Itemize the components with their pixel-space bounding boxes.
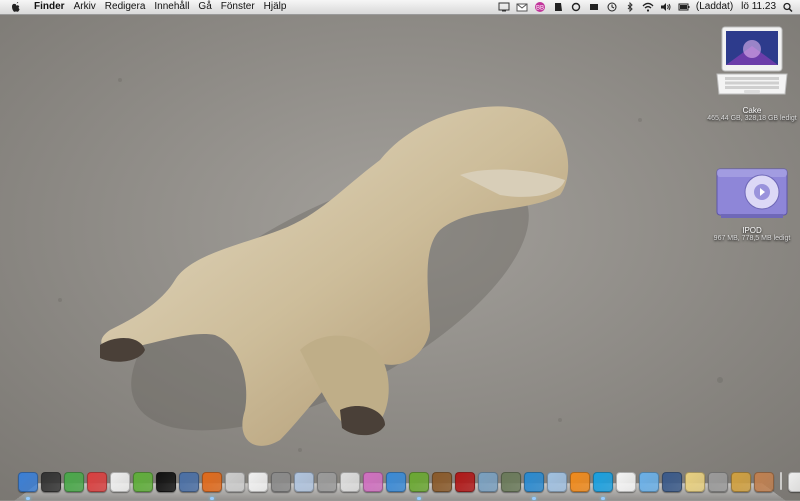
menu-extras: BB (Laddat) lö 11.23 <box>498 1 794 13</box>
bluetooth-icon[interactable] <box>624 2 636 12</box>
vlc-icon[interactable] <box>570 472 590 492</box>
stickies-icon[interactable] <box>685 472 705 492</box>
skype-icon[interactable] <box>593 472 613 500</box>
documents-icon[interactable] <box>788 472 800 492</box>
ical-icon[interactable] <box>616 472 636 492</box>
photos-icon[interactable] <box>754 472 774 492</box>
app-a-icon[interactable] <box>156 472 176 492</box>
flickr-icon[interactable] <box>248 472 268 492</box>
calculator-icon[interactable] <box>317 472 337 492</box>
tv-icon[interactable] <box>501 472 521 492</box>
dock-separator <box>780 472 782 490</box>
desktop-icon-name: Cake <box>742 106 762 115</box>
fish-icon[interactable] <box>547 472 567 492</box>
dvd-icon[interactable] <box>340 472 360 492</box>
time-machine-icon[interactable] <box>606 2 618 12</box>
desktop-icon-name: IPOD <box>742 226 762 235</box>
spaces-icon[interactable] <box>662 472 682 492</box>
menu-redigera[interactable]: Redigera <box>105 1 146 13</box>
iphoto-icon[interactable] <box>87 472 107 492</box>
macbook-icon <box>716 26 788 95</box>
battery-status[interactable]: (Laddat) <box>696 1 733 13</box>
volume-icon[interactable] <box>660 2 672 12</box>
desktop-icon-info: 465,44 GB, 328,18 GB ledigt <box>707 115 797 122</box>
desktop-icon-cake[interactable]: Cake 465,44 GB, 328,18 GB ledigt <box>704 24 800 122</box>
finder-window-icon[interactable] <box>294 472 314 492</box>
menu-arkiv[interactable]: Arkiv <box>74 1 96 13</box>
coconut-icon[interactable] <box>432 472 452 492</box>
photo-booth-icon[interactable] <box>455 472 475 492</box>
ipod-shuffle-icon <box>716 168 788 218</box>
sync-icon[interactable] <box>570 2 582 12</box>
menu-bar: Finder Arkiv Redigera Innehåll Gå Fönste… <box>0 0 800 15</box>
menu-hjalp[interactable]: Hjälp <box>264 1 287 13</box>
preferences-icon[interactable] <box>708 472 728 492</box>
iphoto-albums-icon[interactable] <box>731 472 751 492</box>
clock[interactable]: lö 11.23 <box>741 1 776 13</box>
firefox-icon[interactable] <box>202 472 222 500</box>
growl-icon[interactable] <box>588 2 600 12</box>
system-prefs-icon[interactable] <box>271 472 291 492</box>
apple-menu-icon[interactable] <box>11 1 21 13</box>
dashboard-icon[interactable] <box>41 472 61 492</box>
spotlight-icon[interactable] <box>782 2 794 12</box>
safari-icon[interactable] <box>386 472 406 492</box>
menu-ga[interactable]: Gå <box>198 1 211 13</box>
upload-icon[interactable] <box>225 472 245 492</box>
bb-badge-icon[interactable]: BB <box>534 2 546 12</box>
mail-stamp-icon[interactable] <box>64 472 84 492</box>
desktop-icon-info: 967 MB, 778,5 MB ledigt <box>713 235 791 242</box>
desktop-icon-ipod[interactable]: IPOD 967 MB, 778,5 MB ledigt <box>704 166 800 242</box>
dock <box>14 466 800 501</box>
menu-fonster[interactable]: Fönster <box>221 1 255 13</box>
evernote-icon[interactable] <box>133 472 153 492</box>
network-icon[interactable] <box>478 472 498 492</box>
wifi-icon[interactable] <box>642 2 654 12</box>
finder-icon[interactable] <box>18 472 38 500</box>
bookmark-icon[interactable] <box>363 472 383 492</box>
spotify-icon[interactable] <box>409 472 429 500</box>
preview-icon[interactable] <box>179 472 199 492</box>
textedit-icon[interactable] <box>110 472 130 492</box>
svg-text:BB: BB <box>536 6 544 12</box>
menu-finder[interactable]: Finder <box>34 1 65 13</box>
menu-innehall[interactable]: Innehåll <box>154 1 189 13</box>
desktop-wallpaper <box>0 0 800 500</box>
itunes-music-icon[interactable] <box>639 472 659 492</box>
battery-icon[interactable] <box>678 2 690 12</box>
itunes-icon[interactable] <box>524 472 544 500</box>
menu-list: Finder Arkiv Redigera Innehåll Gå Fönste… <box>34 1 286 13</box>
evernote-icon[interactable] <box>552 2 564 12</box>
mail-icon[interactable] <box>516 2 528 12</box>
dock-items <box>18 472 800 500</box>
display-icon[interactable] <box>498 2 510 12</box>
